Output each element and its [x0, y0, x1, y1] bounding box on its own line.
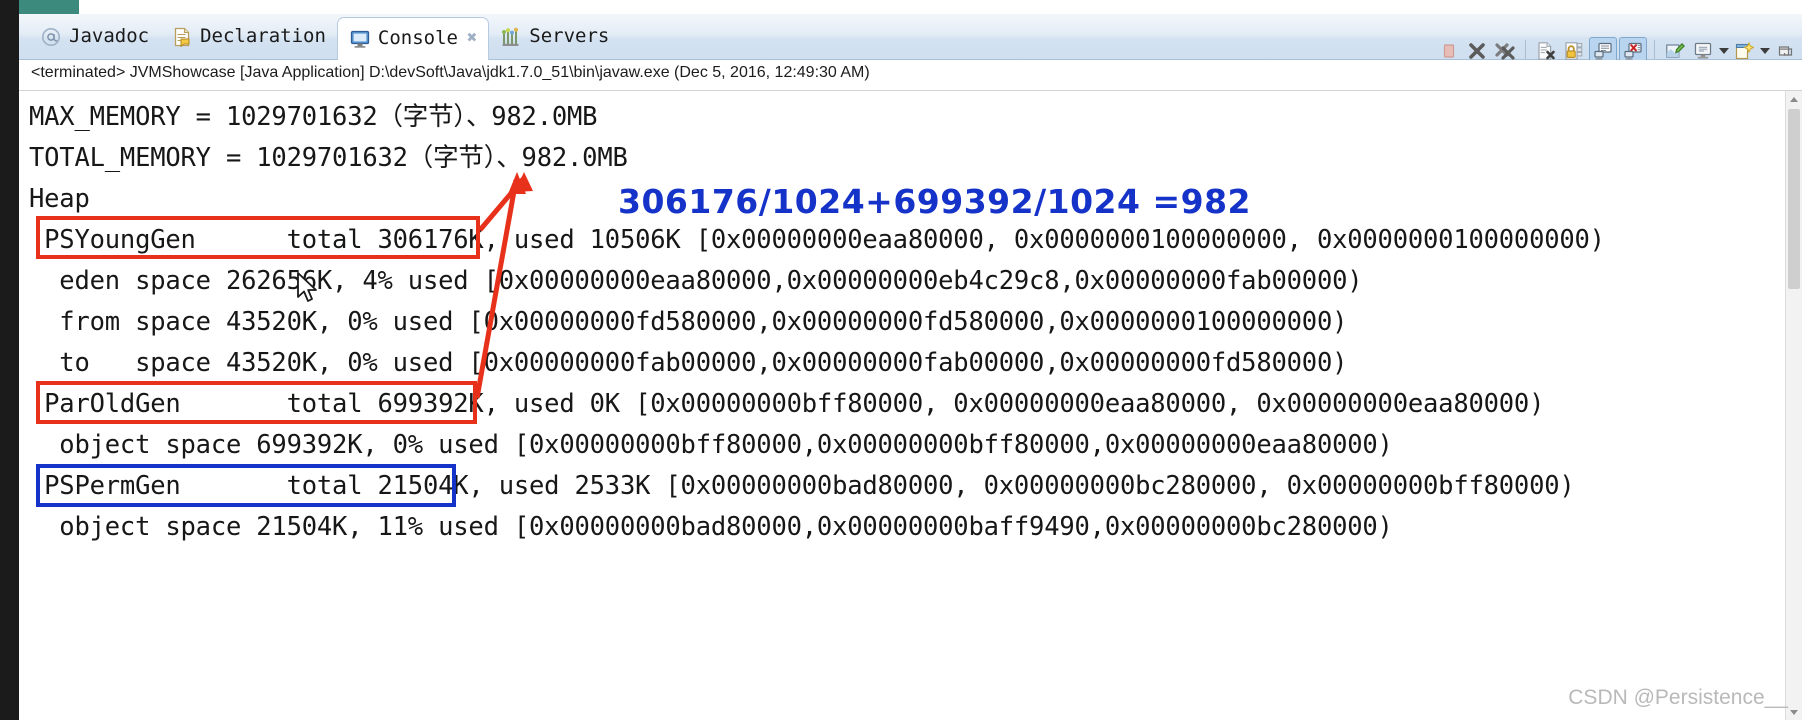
console-line: object space 21504K, 11% used [0x0000000…: [29, 512, 1393, 542]
view-tab-bar: Javadoc Declaration Console ✖ Servers: [19, 14, 1802, 65]
console-line: from space 43520K, 0% used [0x00000000fd…: [29, 307, 1348, 337]
tab-label: Javadoc: [69, 25, 150, 47]
console-line: PSPermGen total 21504K, used 2533K [0x00…: [29, 471, 1575, 501]
chevron-down-icon[interactable]: [1760, 47, 1770, 54]
at-sign-icon: [40, 26, 62, 48]
left-edge-rail: [0, 0, 19, 720]
console-line: eden space 262656K, 4% used [0x00000000e…: [29, 266, 1363, 296]
formula-annotation: 306176/1024+699392/1024 =982: [618, 182, 1252, 221]
launch-config-text: <terminated> JVMShowcase [Java Applicati…: [31, 64, 870, 81]
tab-declaration[interactable]: Declaration: [160, 14, 337, 59]
tab-javadoc[interactable]: Javadoc: [29, 14, 160, 59]
chevron-down-icon[interactable]: [1719, 47, 1729, 54]
declaration-icon: [171, 26, 193, 48]
tab-console[interactable]: Console ✖: [336, 16, 490, 60]
left-rail-accent: [19, 0, 79, 14]
eclipse-console-view: Javadoc Declaration Console ✖ Servers <t…: [0, 0, 1802, 720]
scroll-down-arrow-icon[interactable]: [1786, 704, 1802, 720]
vertical-scrollbar[interactable]: [1785, 91, 1802, 720]
scroll-up-arrow-icon[interactable]: [1786, 91, 1802, 107]
tab-servers[interactable]: Servers: [489, 14, 620, 59]
console-line: PSYoungGen total 306176K, used 10506K [0…: [29, 225, 1605, 255]
launch-config-line: <terminated> JVMShowcase [Java Applicati…: [19, 60, 1802, 91]
console-line: to space 43520K, 0% used [0x00000000fab0…: [29, 348, 1348, 378]
console-line: MAX_MEMORY = 1029701632（字节）、982.0MB: [29, 102, 598, 132]
scrollbar-thumb[interactable]: [1788, 109, 1800, 289]
tab-label: Servers: [529, 25, 610, 47]
console-line: ParOldGen total 699392K, used 0K [0x0000…: [29, 389, 1545, 419]
console-line: TOTAL_MEMORY = 1029701632（字节）、982.0MB: [29, 143, 628, 173]
tab-label: Declaration: [200, 25, 326, 47]
tab-label: Console: [377, 27, 458, 49]
console-monitor-icon: [349, 28, 371, 50]
console-line: object space 699392K, 0% used [0x0000000…: [29, 430, 1393, 460]
console-line-list: MAX_MEMORY = 1029701632（字节）、982.0MB TOTAL…: [19, 91, 1605, 548]
watermark: CSDN @Persistence__: [1568, 686, 1788, 709]
close-icon[interactable]: ✖: [467, 30, 477, 47]
servers-icon: [500, 26, 522, 48]
toolbar-separator: [1525, 39, 1526, 62]
toolbar-separator: [1654, 39, 1655, 62]
tab-strip: Javadoc Declaration Console ✖ Servers: [29, 14, 620, 60]
